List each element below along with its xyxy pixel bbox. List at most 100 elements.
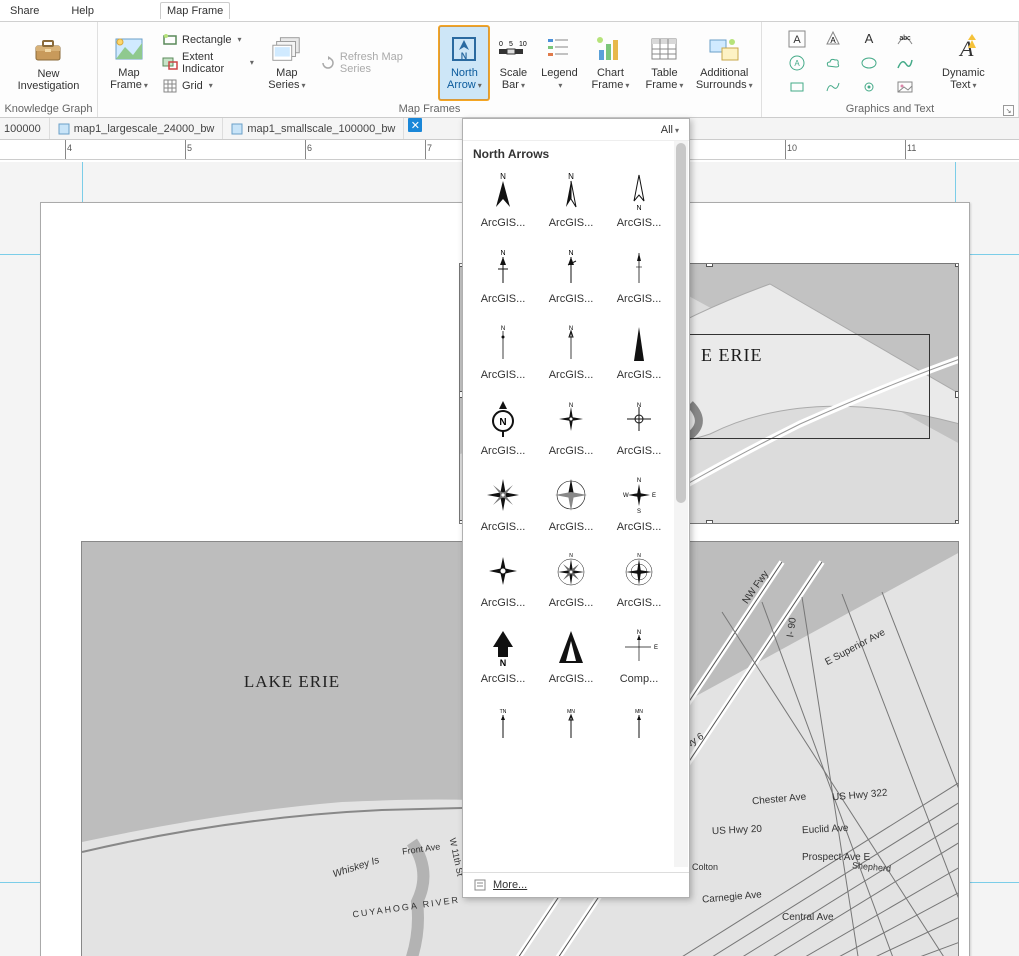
lake-label: LAKE ERIE	[244, 672, 340, 692]
svg-text:abc: abc	[899, 35, 911, 42]
north-arrow-style[interactable]: MN	[609, 699, 669, 747]
north-arrow-style[interactable]: NArcGIS...	[609, 395, 669, 459]
north-arrow-style[interactable]: ArcGIS...	[473, 471, 533, 535]
ellipse-tool[interactable]	[857, 53, 881, 73]
cloud-tool[interactable]	[821, 53, 845, 73]
chart-icon	[594, 33, 626, 65]
tab-3[interactable]: map1_smallscale_100000_bw	[223, 118, 404, 139]
grid-button[interactable]: Grid▾	[158, 75, 258, 97]
point-tool[interactable]	[857, 77, 881, 97]
north-arrow-style[interactable]: ArcGIS...	[473, 547, 533, 611]
north-arrow-style[interactable]: NArcGIS...	[473, 395, 533, 459]
freehand-tool[interactable]	[821, 77, 845, 97]
north-arrow-style[interactable]: ArcGIS...	[609, 319, 669, 383]
north-arrow-icon: N	[448, 33, 480, 65]
curved-text-tool[interactable]: abc	[893, 29, 917, 49]
additional-surrounds-icon	[708, 33, 740, 65]
label: Rectangle	[182, 34, 232, 46]
north-arrow-style[interactable]: NArcGIS...	[541, 547, 601, 611]
group-label: Graphics and Text ↘	[762, 103, 1018, 117]
north-arrow-style[interactable]: NArcGIS...	[609, 167, 669, 231]
label: Scale Bar▾	[500, 67, 528, 92]
picture-tool[interactable]	[893, 77, 917, 97]
north-arrow-style[interactable]: NArcGIS...	[473, 243, 533, 307]
text-tool[interactable]: A	[785, 29, 809, 49]
north-arrow-style[interactable]: NArcGIS...	[541, 395, 601, 459]
legend-button[interactable]: Legend▾	[537, 26, 581, 100]
new-investigation-button[interactable]: New Investigation	[12, 26, 86, 100]
gallery-scrollbar[interactable]	[674, 141, 688, 867]
legend-icon	[543, 33, 575, 65]
additional-surrounds-button[interactable]: Additional Surrounds▾	[693, 26, 755, 100]
extent-indicator-icon	[162, 55, 178, 71]
rectangle-button[interactable]: Rectangle▾	[158, 29, 258, 51]
map-series-button[interactable]: Map Series▾	[262, 26, 312, 100]
gallery-filter-all[interactable]: All▾	[661, 124, 679, 136]
svg-text:A: A	[830, 36, 836, 45]
tab-1[interactable]: 100000	[0, 118, 50, 139]
svg-text:N: N	[500, 658, 507, 667]
table-icon	[648, 33, 680, 65]
scale-bar-icon: 0510	[497, 33, 529, 65]
north-arrow-style[interactable]: MN	[541, 699, 601, 747]
map-frame-icon	[113, 33, 145, 65]
label: North Arrow▾	[447, 67, 482, 92]
line-tool[interactable]	[893, 53, 917, 73]
extent-indicator-button[interactable]: Extent Indicator▾	[158, 52, 258, 74]
label: Map Series▾	[268, 67, 305, 92]
north-arrow-style[interactable]: ArcGIS...	[541, 623, 601, 687]
north-arrow-style[interactable]: NArcGIS...	[541, 319, 601, 383]
circle-text-tool[interactable]: A	[785, 53, 809, 73]
polygon-text-tool[interactable]: A	[821, 29, 845, 49]
menu-share[interactable]: Share	[4, 3, 45, 19]
menu-bar: Share Help Map Frame	[0, 0, 1019, 22]
svg-text:N: N	[568, 250, 573, 257]
north-arrow-button[interactable]: N North Arrow▾	[439, 26, 489, 100]
inset-title-text: E ERIE	[701, 345, 763, 428]
map-frame-button[interactable]: Map Frame▾	[104, 26, 154, 100]
svg-text:N: N	[500, 250, 505, 257]
scrollbar-thumb[interactable]	[676, 143, 686, 503]
svg-text:E: E	[654, 645, 658, 651]
briefcase-icon	[32, 34, 64, 66]
north-arrow-style[interactable]: NEComp...	[609, 623, 669, 687]
north-arrow-style[interactable]: NSWEArcGIS...	[609, 471, 669, 535]
context-tab-map-frame[interactable]: Map Frame	[160, 2, 230, 19]
dialog-launcher[interactable]: ↘	[1003, 105, 1014, 116]
svg-text:N: N	[636, 205, 641, 211]
chart-frame-button[interactable]: Chart Frame▾	[585, 26, 635, 100]
refresh-map-series-button: Refresh Map Series	[316, 49, 426, 77]
close-tab-button[interactable]: ✕	[408, 118, 422, 132]
north-arrow-style[interactable]: NArcGIS...	[473, 319, 533, 383]
svg-text:N: N	[461, 51, 468, 61]
rectangle-icon	[162, 32, 178, 48]
tab-2[interactable]: map1_largescale_24000_bw	[50, 118, 224, 139]
svg-text:N: N	[568, 172, 574, 181]
group-label: Knowledge Graph	[0, 103, 97, 117]
gallery-more-button[interactable]: More...	[463, 872, 689, 897]
north-arrow-style[interactable]: TN	[473, 699, 533, 747]
north-arrow-style[interactable]: ArcGIS...	[541, 471, 601, 535]
menu-help[interactable]: Help	[65, 3, 100, 19]
dynamic-text-icon: A	[947, 33, 979, 65]
north-arrow-style[interactable]: NArcGIS...	[473, 167, 533, 231]
gallery-grid: NArcGIS... NArcGIS... NArcGIS... NArcGIS…	[473, 167, 679, 747]
svg-text:A: A	[865, 31, 874, 46]
north-arrow-style[interactable]: NArcGIS...	[541, 167, 601, 231]
svg-text:0: 0	[499, 41, 503, 48]
north-arrow-style[interactable]: NArcGIS...	[609, 547, 669, 611]
scale-bar-button[interactable]: 0510 Scale Bar▾	[493, 26, 533, 100]
north-arrow-style[interactable]: NArcGIS...	[541, 243, 601, 307]
svg-text:E: E	[652, 493, 656, 499]
table-frame-button[interactable]: Table Frame▾	[639, 26, 689, 100]
rectangle-tool[interactable]	[785, 77, 809, 97]
north-arrow-style[interactable]: NArcGIS...	[473, 623, 533, 687]
svg-text:MN: MN	[567, 709, 575, 715]
north-arrow-style[interactable]: ArcGIS...	[609, 243, 669, 307]
straight-text-tool[interactable]: A	[857, 29, 881, 49]
label: New Investigation	[18, 68, 80, 92]
dynamic-text-button[interactable]: A Dynamic Text▾	[936, 26, 991, 100]
properties-icon	[473, 878, 487, 892]
north-arrow-gallery: All▾ North Arrows NArcGIS... NArcGIS... …	[462, 118, 690, 898]
ribbon: New Investigation Knowledge Graph Map Fr…	[0, 22, 1019, 118]
